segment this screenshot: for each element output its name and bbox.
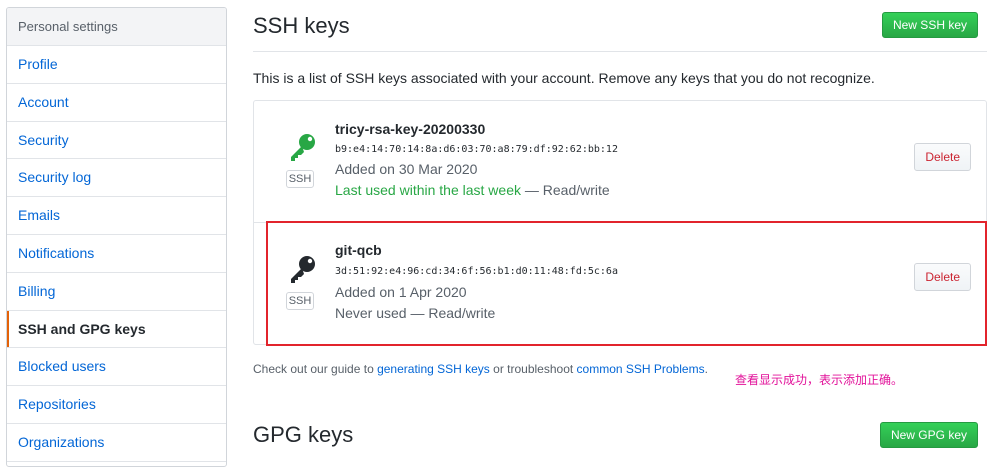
sidebar-item-notifications[interactable]: Notifications bbox=[7, 235, 226, 273]
key-added-date: Added on 30 Mar 2020 bbox=[335, 161, 478, 177]
key-usage-status: Last used within the last week — Read/wr… bbox=[335, 182, 610, 198]
ssh-guide-text: Check out our guide to generating SSH ke… bbox=[253, 362, 708, 376]
key-last-used: Last used within the last week bbox=[335, 182, 521, 198]
sidebar-item-repositories[interactable]: Repositories bbox=[7, 386, 226, 424]
ssh-badge: SSH bbox=[286, 170, 314, 188]
sidebar-item-security[interactable]: Security bbox=[7, 122, 226, 160]
sidebar-header: Personal settings bbox=[7, 8, 226, 46]
common-ssh-problems-link[interactable]: common SSH Problems bbox=[577, 362, 705, 376]
sidebar-item-profile[interactable]: Profile bbox=[7, 46, 226, 84]
annotation-note: 查看显示成功，表示添加正确。 bbox=[735, 373, 904, 387]
settings-sidebar: Personal settings Profile Account Securi… bbox=[6, 7, 227, 467]
key-title: tricy-rsa-key-20200330 bbox=[335, 121, 486, 137]
sidebar-item-security-log[interactable]: Security log bbox=[7, 159, 226, 198]
guide-text-after: . bbox=[704, 362, 708, 376]
highlight-box bbox=[266, 221, 987, 346]
divider bbox=[253, 51, 987, 52]
ssh-keys-title: SSH keys bbox=[253, 13, 350, 38]
generating-ssh-keys-link[interactable]: generating SSH keys bbox=[377, 362, 490, 376]
sidebar-item-organizations[interactable]: Organizations bbox=[7, 424, 226, 462]
new-ssh-key-button[interactable]: New SSH key bbox=[881, 12, 978, 38]
gpg-keys-title: GPG keys bbox=[253, 422, 354, 447]
sidebar-item-emails[interactable]: Emails bbox=[7, 197, 226, 235]
sidebar-item-billing[interactable]: Billing bbox=[7, 273, 226, 311]
ssh-keys-description: This is a list of SSH keys associated wi… bbox=[253, 70, 875, 86]
ssh-key-item: SSH tricy-rsa-key-20200330 b9:e4:14:70:1… bbox=[254, 101, 986, 222]
sidebar-item-ssh-gpg-keys[interactable]: SSH and GPG keys bbox=[7, 310, 226, 349]
sidebar-item-blocked-users[interactable]: Blocked users bbox=[7, 348, 226, 387]
guide-text-middle: or troubleshoot bbox=[489, 362, 577, 376]
key-access: — Read/write bbox=[521, 182, 610, 198]
new-gpg-key-button[interactable]: New GPG key bbox=[879, 422, 978, 448]
key-icon bbox=[291, 134, 315, 161]
sidebar-item-account[interactable]: Account bbox=[7, 84, 226, 122]
delete-key-button[interactable]: Delete bbox=[914, 143, 971, 171]
key-fingerprint: b9:e4:14:70:14:8a:d6:03:70:a8:79:df:92:6… bbox=[335, 144, 618, 155]
guide-text-before: Check out our guide to bbox=[253, 362, 378, 376]
